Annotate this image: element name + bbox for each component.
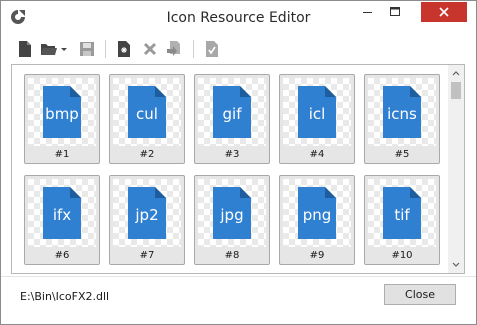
file-extension-label: gif: [222, 105, 242, 123]
icon-number-label: #8: [224, 250, 240, 261]
footer-divider: [1, 276, 476, 277]
icon-resource-editor-window: Icon Resource Editor bmp #1 cul #2 gif #…: [0, 0, 477, 325]
icon-tile[interactable]: gif #3: [194, 74, 270, 164]
icon-number-label: #5: [394, 149, 410, 160]
icon-preview: jpg: [198, 179, 266, 247]
icon-preview: ifx: [28, 179, 96, 247]
file-extension-label: icns: [387, 105, 417, 123]
extract-icon[interactable]: [164, 38, 184, 60]
icon-tile[interactable]: cul #2: [109, 74, 185, 164]
file-extension-label: jp2: [135, 206, 159, 224]
icon-preview: jp2: [113, 179, 181, 247]
icon-tile[interactable]: jp2 #7: [109, 175, 185, 265]
icon-tile[interactable]: ifx #6: [24, 175, 100, 265]
save-icon[interactable]: [77, 38, 97, 60]
open-folder-icon[interactable]: [39, 38, 59, 60]
icon-preview: tif: [368, 179, 436, 247]
icon-preview: cul: [113, 78, 181, 146]
icon-preview: icns: [368, 78, 436, 146]
scrollbar-thumb[interactable]: [451, 82, 461, 99]
icon-tile[interactable]: tif #10: [364, 175, 440, 265]
icon-tile[interactable]: icl #4: [279, 74, 355, 164]
icon-number-label: #1: [54, 149, 70, 160]
file-extension-label: jpg: [220, 206, 244, 224]
file-extension-label: png: [302, 206, 332, 224]
delete-icon[interactable]: [140, 38, 160, 60]
apply-icon[interactable]: [202, 38, 222, 60]
file-path: E:\Bin\IcoFX2.dll: [20, 290, 110, 303]
icon-number-label: #2: [139, 149, 155, 160]
icon-tile[interactable]: jpg #8: [194, 175, 270, 265]
icon-preview: gif: [198, 78, 266, 146]
minimize-button[interactable]: [354, 1, 381, 23]
new-file-icon[interactable]: [15, 38, 35, 60]
scroll-down-icon[interactable]: [448, 256, 464, 273]
file-extension-label: cul: [136, 105, 158, 123]
maximize-button[interactable]: [382, 1, 409, 23]
icon-tile[interactable]: icns #5: [364, 74, 440, 164]
toolbar-separator: [193, 40, 194, 58]
toolbar-separator: [105, 40, 106, 58]
icon-preview: png: [283, 179, 351, 247]
file-extension-label: icl: [308, 105, 326, 123]
icon-list-area: bmp #1 cul #2 gif #3 icl #4 icns #5 ifx #6 jp2 #7 jpg #…: [11, 64, 465, 274]
close-button[interactable]: Close: [384, 284, 456, 305]
toolbar: [1, 35, 476, 63]
file-extension-label: tif: [394, 206, 410, 224]
vertical-scrollbar[interactable]: [448, 65, 464, 273]
icon-preview: icl: [283, 78, 351, 146]
icon-tile[interactable]: png #9: [279, 175, 355, 265]
icon-number-label: #9: [309, 250, 325, 261]
icon-tile[interactable]: bmp #1: [24, 74, 100, 164]
icon-number-label: #10: [391, 250, 413, 261]
title-bar: Icon Resource Editor: [1, 1, 476, 35]
icon-grid: bmp #1 cul #2 gif #3 icl #4 icns #5 ifx #6 jp2 #7 jpg #…: [12, 65, 448, 273]
icon-number-label: #4: [309, 149, 325, 160]
icon-preview: bmp: [28, 78, 96, 146]
add-icon[interactable]: [114, 38, 134, 60]
scroll-up-icon[interactable]: [448, 65, 464, 82]
icon-number-label: #7: [139, 250, 155, 261]
close-window-button[interactable]: [421, 2, 467, 22]
icon-number-label: #3: [224, 149, 240, 160]
dropdown-arrow-icon[interactable]: [59, 38, 69, 60]
file-extension-label: bmp: [45, 105, 79, 123]
file-extension-label: ifx: [52, 206, 72, 224]
icon-number-label: #6: [54, 250, 70, 261]
